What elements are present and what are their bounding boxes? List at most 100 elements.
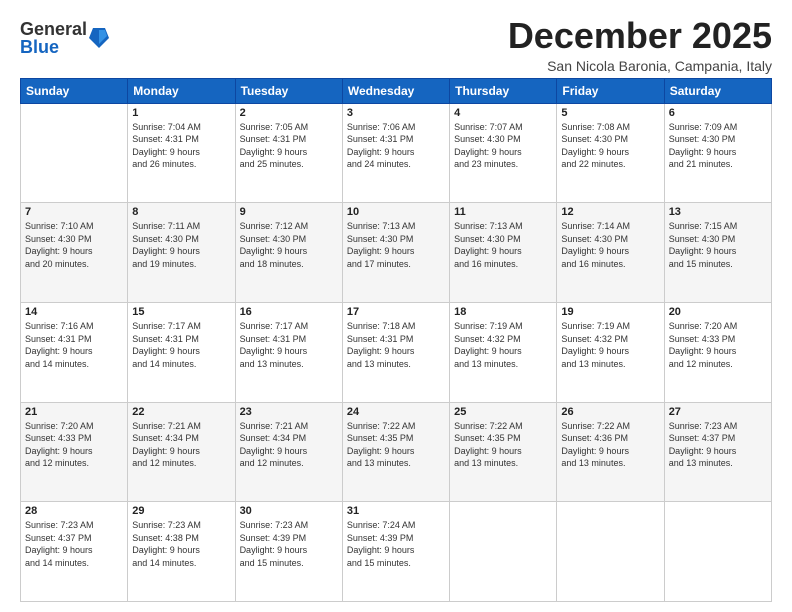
table-row: 24 Sunrise: 7:22 AMSunset: 4:35 PMDayligh… (342, 402, 449, 502)
calendar-week-row: 21Sunrise: 7:20 AMSunset: 4:33 PMDayligh… (21, 402, 772, 502)
table-row (664, 502, 771, 602)
day-info: Sunrise: 7:22 AMSunset: 4:36 PMDaylight:… (561, 421, 630, 469)
day-number: 1 (132, 107, 230, 119)
day-number: 14 (25, 306, 123, 318)
day-info: Sunrise: 7:24 AMSunset: 4:39 PMDaylight:… (347, 520, 416, 568)
day-number: 8 (132, 206, 230, 218)
weekday-header-row: Sunday Monday Tuesday Wednesday Thursday… (21, 78, 772, 103)
day-number: 3 (347, 107, 445, 119)
day-number: 20 (669, 306, 767, 318)
day-info: Sunrise: 7:08 AMSunset: 4:30 PMDaylight:… (561, 122, 630, 170)
table-row (21, 103, 128, 203)
table-row: 20 Sunrise: 7:20 AMSunset: 4:33 PMDayligh… (664, 302, 771, 402)
table-row: 19 Sunrise: 7:19 AMSunset: 4:32 PMDayligh… (557, 302, 664, 402)
table-row: 3 Sunrise: 7:06 AMSunset: 4:31 PMDaylight… (342, 103, 449, 203)
day-info: Sunrise: 7:19 AMSunset: 4:32 PMDaylight:… (561, 321, 630, 369)
table-row: 28 Sunrise: 7:23 AMSunset: 4:37 PMDayligh… (21, 502, 128, 602)
day-info: Sunrise: 7:04 AMSunset: 4:31 PMDaylight:… (132, 122, 201, 170)
page: General Blue December 2025 San Nicola Ba… (0, 0, 792, 612)
day-info: Sunrise: 7:21 AMSunset: 4:34 PMDaylight:… (132, 421, 201, 469)
table-row: 6Sunrise: 7:09 AMSunset: 4:30 PMDaylight… (664, 103, 771, 203)
table-row: 10Sunrise: 7:13 AMSunset: 4:30 PMDayligh… (342, 203, 449, 303)
table-row: 31 Sunrise: 7:24 AMSunset: 4:39 PMDayligh… (342, 502, 449, 602)
logo-icon (89, 22, 109, 50)
month-title: December 2025 (508, 16, 772, 56)
day-number: 28 (25, 505, 123, 517)
location-subtitle: San Nicola Baronia, Campania, Italy (508, 58, 772, 74)
day-number: 6 (669, 107, 767, 119)
table-row: 22 Sunrise: 7:21 AMSunset: 4:34 PMDayligh… (128, 402, 235, 502)
day-number: 29 (132, 505, 230, 517)
table-row: 5 Sunrise: 7:08 AMSunset: 4:30 PMDaylight… (557, 103, 664, 203)
day-number: 9 (240, 206, 338, 218)
table-row: 13 Sunrise: 7:15 AMSunset: 4:30 PMDayligh… (664, 203, 771, 303)
day-number: 18 (454, 306, 552, 318)
day-number: 23 (240, 406, 338, 418)
table-row: 26 Sunrise: 7:22 AMSunset: 4:36 PMDayligh… (557, 402, 664, 502)
calendar-week-row: 14 Sunrise: 7:16 AMSunset: 4:31 PMDayligh… (21, 302, 772, 402)
day-number: 17 (347, 306, 445, 318)
header-monday: Monday (128, 78, 235, 103)
day-number: 21 (25, 406, 123, 418)
day-info: Sunrise: 7:06 AMSunset: 4:31 PMDaylight:… (347, 122, 416, 170)
day-number: 22 (132, 406, 230, 418)
day-number: 7 (25, 206, 123, 218)
day-number: 31 (347, 505, 445, 517)
table-row: 4 Sunrise: 7:07 AMSunset: 4:30 PMDaylight… (450, 103, 557, 203)
day-number: 26 (561, 406, 659, 418)
table-row: 8 Sunrise: 7:11 AMSunset: 4:30 PMDaylight… (128, 203, 235, 303)
day-number: 27 (669, 406, 767, 418)
logo-text: General Blue (20, 20, 87, 56)
day-info: Sunrise: 7:13 AMSunset: 4:30 PMDaylight:… (347, 221, 416, 269)
day-info: Sunrise: 7:17 AMSunset: 4:31 PMDaylight:… (240, 321, 309, 369)
day-info: Sunrise: 7:22 AMSunset: 4:35 PMDaylight:… (347, 421, 416, 469)
day-info: Sunrise: 7:22 AMSunset: 4:35 PMDaylight:… (454, 421, 523, 469)
table-row: 21Sunrise: 7:20 AMSunset: 4:33 PMDayligh… (21, 402, 128, 502)
header-thursday: Thursday (450, 78, 557, 103)
day-info: Sunrise: 7:11 AMSunset: 4:30 PMDaylight:… (132, 221, 200, 269)
table-row: 14 Sunrise: 7:16 AMSunset: 4:31 PMDayligh… (21, 302, 128, 402)
table-row: 27Sunrise: 7:23 AMSunset: 4:37 PMDayligh… (664, 402, 771, 502)
day-number: 30 (240, 505, 338, 517)
day-number: 11 (454, 206, 552, 218)
title-block: December 2025 San Nicola Baronia, Campan… (508, 16, 772, 74)
table-row: 18 Sunrise: 7:19 AMSunset: 4:32 PMDayligh… (450, 302, 557, 402)
table-row: 7Sunrise: 7:10 AMSunset: 4:30 PMDaylight… (21, 203, 128, 303)
day-info: Sunrise: 7:23 AMSunset: 4:39 PMDaylight:… (240, 520, 309, 568)
day-info: Sunrise: 7:21 AMSunset: 4:34 PMDaylight:… (240, 421, 309, 469)
day-info: Sunrise: 7:15 AMSunset: 4:30 PMDaylight:… (669, 221, 738, 269)
day-info: Sunrise: 7:19 AMSunset: 4:32 PMDaylight:… (454, 321, 523, 369)
table-row: 1 Sunrise: 7:04 AMSunset: 4:31 PMDaylight… (128, 103, 235, 203)
calendar-week-row: 7Sunrise: 7:10 AMSunset: 4:30 PMDaylight… (21, 203, 772, 303)
day-number: 15 (132, 306, 230, 318)
day-info: Sunrise: 7:23 AMSunset: 4:37 PMDaylight:… (25, 520, 94, 568)
day-number: 2 (240, 107, 338, 119)
day-info: Sunrise: 7:07 AMSunset: 4:30 PMDaylight:… (454, 122, 523, 170)
day-number: 5 (561, 107, 659, 119)
table-row: 11Sunrise: 7:13 AMSunset: 4:30 PMDayligh… (450, 203, 557, 303)
day-info: Sunrise: 7:14 AMSunset: 4:30 PMDaylight:… (561, 221, 630, 269)
logo: General Blue (20, 20, 109, 56)
day-info: Sunrise: 7:20 AMSunset: 4:33 PMDaylight:… (669, 321, 738, 369)
day-number: 12 (561, 206, 659, 218)
header-sunday: Sunday (21, 78, 128, 103)
calendar-week-row: 1 Sunrise: 7:04 AMSunset: 4:31 PMDaylight… (21, 103, 772, 203)
table-row (450, 502, 557, 602)
table-row: 29 Sunrise: 7:23 AMSunset: 4:38 PMDayligh… (128, 502, 235, 602)
day-info: Sunrise: 7:23 AMSunset: 4:38 PMDaylight:… (132, 520, 201, 568)
day-number: 25 (454, 406, 552, 418)
day-number: 13 (669, 206, 767, 218)
table-row: 25 Sunrise: 7:22 AMSunset: 4:35 PMDayligh… (450, 402, 557, 502)
day-number: 4 (454, 107, 552, 119)
table-row: 15 Sunrise: 7:17 AMSunset: 4:31 PMDayligh… (128, 302, 235, 402)
day-info: Sunrise: 7:17 AMSunset: 4:31 PMDaylight:… (132, 321, 201, 369)
header-friday: Friday (557, 78, 664, 103)
table-row: 16Sunrise: 7:17 AMSunset: 4:31 PMDayligh… (235, 302, 342, 402)
day-number: 24 (347, 406, 445, 418)
logo-blue: Blue (20, 38, 87, 56)
top-header: General Blue December 2025 San Nicola Ba… (20, 16, 772, 74)
day-number: 19 (561, 306, 659, 318)
day-info: Sunrise: 7:12 AMSunset: 4:30 PMDaylight:… (240, 221, 309, 269)
day-info: Sunrise: 7:16 AMSunset: 4:31 PMDaylight:… (25, 321, 94, 369)
calendar-week-row: 28 Sunrise: 7:23 AMSunset: 4:37 PMDayligh… (21, 502, 772, 602)
